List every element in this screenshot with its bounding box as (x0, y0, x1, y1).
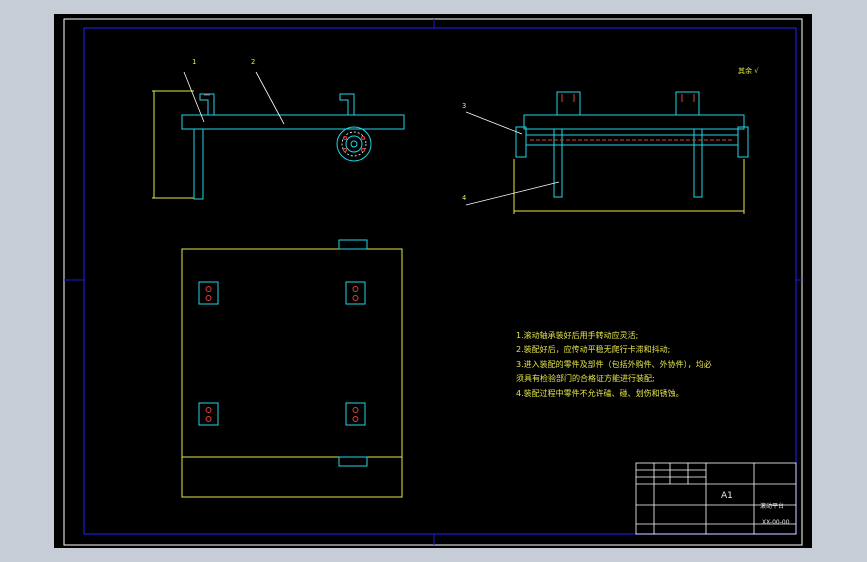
side-view (465, 91, 749, 214)
callout-1: 1 (192, 58, 197, 66)
front-view (152, 71, 405, 200)
title-block-code: XX-00-00 (762, 519, 790, 526)
callout-3: 3 (462, 102, 467, 110)
outer-frame (63, 18, 803, 546)
center-marks (64, 19, 802, 545)
roughness-label: 其余 (738, 67, 752, 75)
tech-req-line-2: 2.装配好后，应传动平稳无爬行卡滞和抖动; (516, 345, 671, 354)
callout-4: 4 (462, 194, 467, 202)
title-block-scale: A1 (721, 491, 733, 501)
inner-frame (83, 27, 797, 535)
cad-drawing (63, 18, 803, 546)
tech-req-line-5: 4.装配过程中零件不允许磕、碰、划伤和锈蚀。 (516, 389, 684, 398)
top-view (181, 239, 403, 498)
tech-req-line-4: 须具有检验部门的合格证方能进行装配; (516, 374, 655, 383)
roughness-symbol: √ (754, 67, 759, 75)
title-block-drawing-title: 滚动平台 (760, 503, 785, 510)
drawing-sheet: 1 2 3 4 其余 √ 1.滚动轴承装好后用手转动应灵活; 2.装配好后，应传… (54, 14, 812, 548)
roughness-note: 其余 √ (738, 66, 759, 76)
callout-2: 2 (251, 58, 256, 66)
tech-req-line-3: 3.进入装配的零件及部件（包括外购件、外协件），均必 (516, 360, 712, 369)
tech-req-line-1: 1.滚动轴承装好后用手转动应灵活; (516, 331, 639, 340)
